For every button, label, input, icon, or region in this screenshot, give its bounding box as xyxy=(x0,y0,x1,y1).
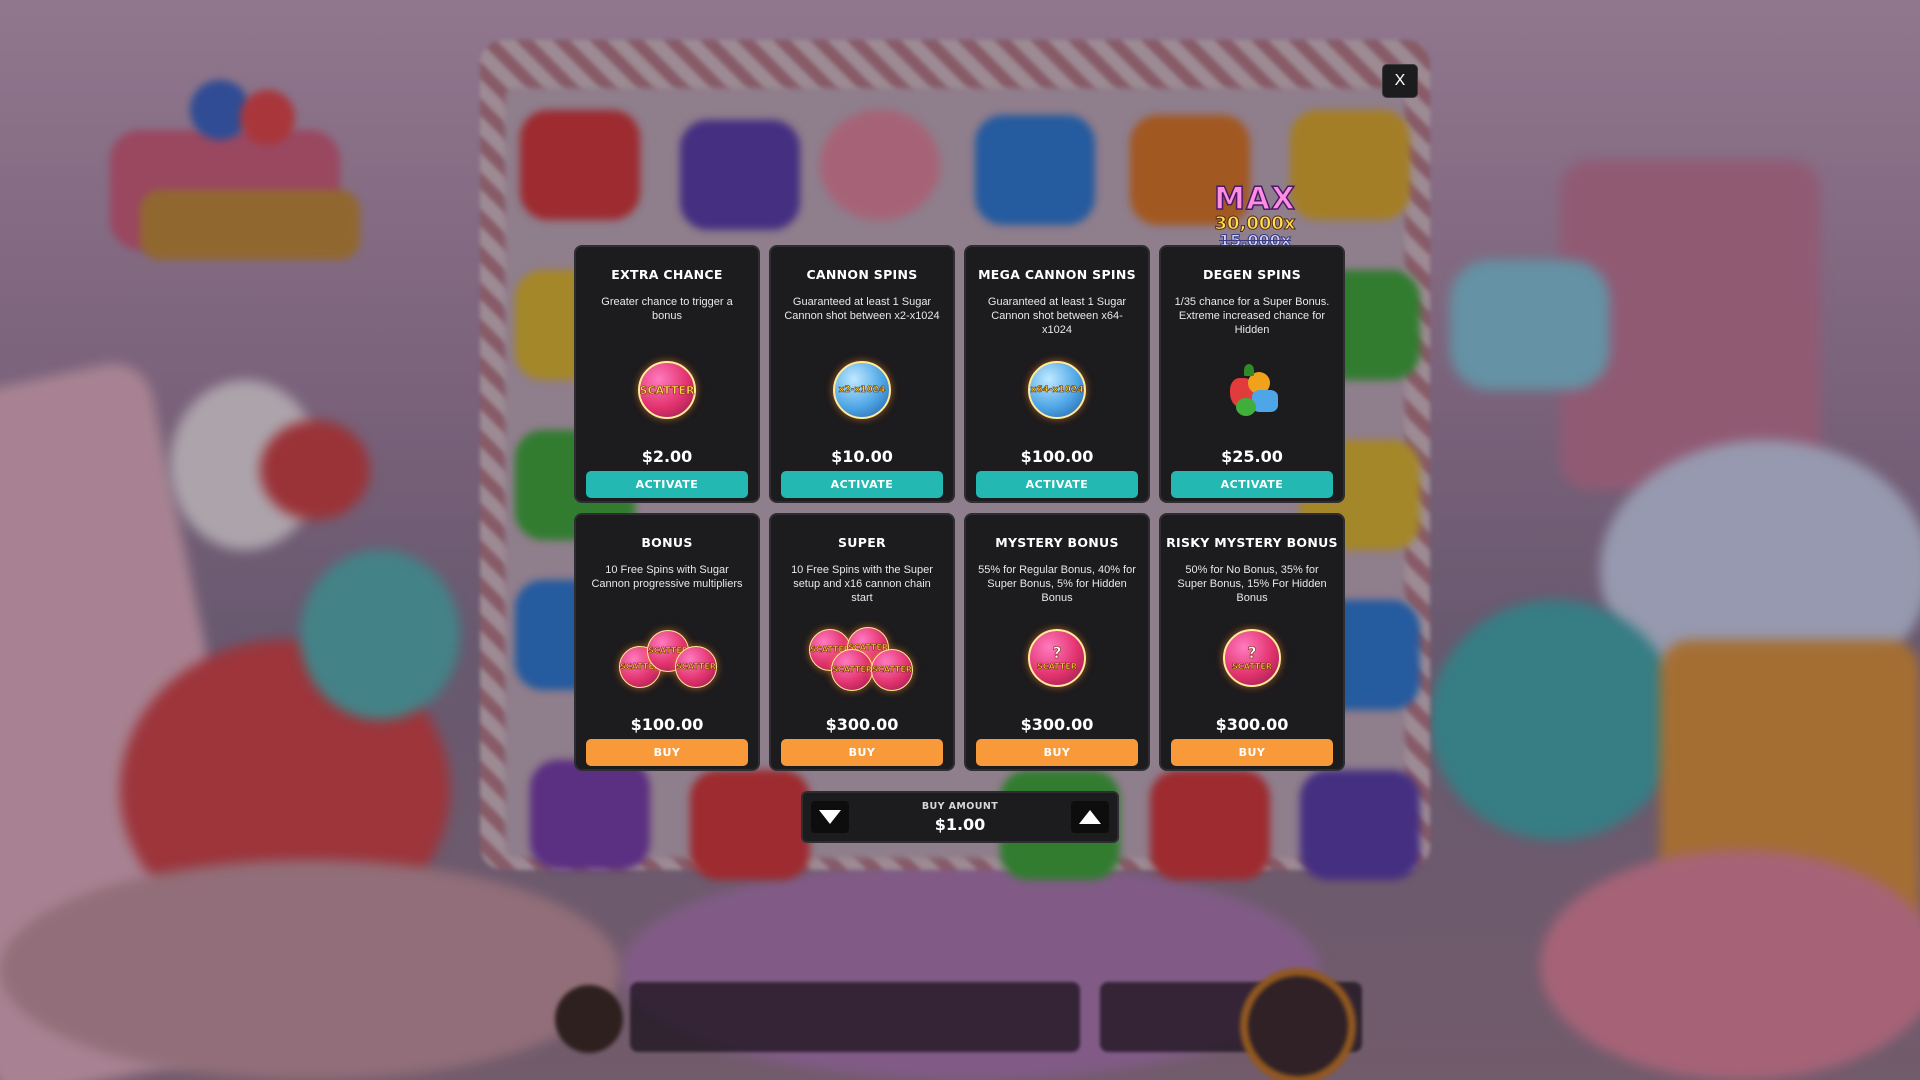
card-description: 10 Free Spins with the Super setup and x… xyxy=(791,564,933,604)
card-price: $25.00 xyxy=(1221,447,1283,466)
feature-card-bonus: BONUS 10 Free Spins with Sugar Cannon pr… xyxy=(574,513,760,771)
card-price: $100.00 xyxy=(1020,447,1094,466)
card-title: RISKY MYSTERY BONUS xyxy=(1166,535,1338,550)
card-title: MEGA CANNON SPINS xyxy=(978,267,1136,282)
card-price: $300.00 xyxy=(1215,715,1289,734)
card-title: CANNON SPINS xyxy=(806,267,918,282)
feature-card-extra-chance: EXTRA CHANCE Greater chance to trigger a… xyxy=(574,245,760,503)
x64-x1024-coin-icon: x64-x1024 xyxy=(966,355,1148,425)
fruit-bunch-icon xyxy=(1161,355,1343,425)
card-title: EXTRA CHANCE xyxy=(611,267,723,282)
scatter-coin-icon: SCATTER xyxy=(576,355,758,425)
activate-button[interactable]: ACTIVATE xyxy=(1171,471,1333,498)
buy-amount-label: BUY AMOUNT xyxy=(921,801,999,812)
mystery-scatter-icon: ? SCATTER xyxy=(966,623,1148,693)
card-title: SUPER xyxy=(838,535,886,550)
buy-amount-selector: BUY AMOUNT $1.00 xyxy=(801,791,1119,843)
feature-card-cannon-spins: CANNON SPINS Guaranteed at least 1 Sugar… xyxy=(769,245,955,503)
max-win-badge: MAX 30,000x 15,000x xyxy=(1205,181,1305,249)
card-price: $100.00 xyxy=(630,715,704,734)
card-description: Greater chance to trigger a bonus xyxy=(601,296,733,322)
buy-button[interactable]: BUY xyxy=(976,739,1138,766)
x2-x1024-coin-icon: x2-x1024 xyxy=(771,355,953,425)
max-label: MAX xyxy=(1213,181,1296,217)
buy-amount-value: $1.00 xyxy=(934,815,986,834)
card-price: $10.00 xyxy=(831,447,893,466)
card-price: $300.00 xyxy=(1020,715,1094,734)
feature-card-degen-spins: DEGEN SPINS 1/35 chance for a Super Bonu… xyxy=(1159,245,1345,503)
buy-button[interactable]: BUY xyxy=(781,739,943,766)
feature-card-risky-mystery-bonus: RISKY MYSTERY BONUS 50% for No Bonus, 35… xyxy=(1159,513,1345,771)
card-description: 10 Free Spins with Sugar Cannon progress… xyxy=(591,564,743,590)
card-description: 1/35 chance for a Super Bonus. Extreme i… xyxy=(1174,296,1330,336)
card-title: MYSTERY BONUS xyxy=(995,535,1119,550)
chevron-up-icon xyxy=(1079,810,1101,824)
activate-button[interactable]: ACTIVATE xyxy=(976,471,1138,498)
close-button[interactable]: X xyxy=(1382,64,1418,98)
feature-card-mystery-bonus: MYSTERY BONUS 55% for Regular Bonus, 40%… xyxy=(964,513,1150,771)
feature-buy-grid: EXTRA CHANCE Greater chance to trigger a… xyxy=(574,245,1346,771)
card-description: Guaranteed at least 1 Sugar Cannon shot … xyxy=(784,296,940,322)
card-price: $2.00 xyxy=(641,447,693,466)
feature-card-mega-cannon-spins: MEGA CANNON SPINS Guaranteed at least 1 … xyxy=(964,245,1150,503)
three-scatter-icon: SCATTER SCATTER SCATTER xyxy=(576,623,758,693)
card-description: 55% for Regular Bonus, 40% for Super Bon… xyxy=(978,564,1136,604)
card-title: BONUS xyxy=(641,535,693,550)
increase-amount-button[interactable] xyxy=(1071,801,1109,833)
card-title: DEGEN SPINS xyxy=(1202,267,1302,282)
feature-card-super: SUPER 10 Free Spins with the Super setup… xyxy=(769,513,955,771)
card-price: $300.00 xyxy=(825,715,899,734)
mystery-scatter-icon: ? SCATTER xyxy=(1161,623,1343,693)
activate-button[interactable]: ACTIVATE xyxy=(586,471,748,498)
buy-button[interactable]: BUY xyxy=(1171,739,1333,766)
activate-button[interactable]: ACTIVATE xyxy=(781,471,943,498)
four-scatter-icon: SCATTER SCATTER SCATTER SCATTER xyxy=(771,623,953,693)
buy-button[interactable]: BUY xyxy=(586,739,748,766)
card-description: 50% for No Bonus, 35% for Super Bonus, 1… xyxy=(1177,564,1327,604)
card-description: Guaranteed at least 1 Sugar Cannon shot … xyxy=(987,296,1127,336)
